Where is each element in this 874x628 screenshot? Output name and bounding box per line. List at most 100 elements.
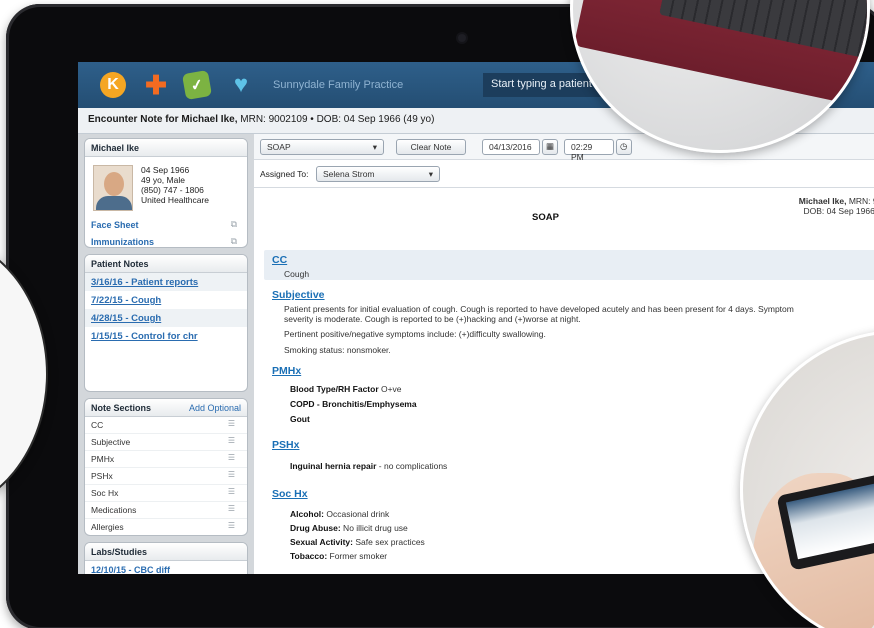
immunizations-label: Immunizations xyxy=(91,237,155,247)
patient-note-item[interactable]: 1/15/15 - Control for chr xyxy=(85,327,247,345)
menu-icon[interactable]: ☰ xyxy=(228,504,235,513)
marketing-scene: K ✚ ✓ ♥ Sunnydale Family Practice Start … xyxy=(0,0,874,628)
external-link-icon: ⧉ xyxy=(230,236,237,246)
doc-patient-mrn: MRN: 9002109 xyxy=(848,196,874,206)
avatar-body xyxy=(96,196,132,210)
labs-panel: Labs/Studies 12/10/15 - CBC diff xyxy=(84,542,248,574)
document-patient-header: Michael Ike, MRN: 9002109 DOB: 04 Sep 19… xyxy=(799,196,874,216)
left-sidebar: Michael Ike 04 Sep 1966 49 yo, Male (850… xyxy=(78,134,254,574)
kareo-logo-icon[interactable]: K xyxy=(100,72,126,98)
sochx-alcohol-label: Alcohol: xyxy=(290,509,324,519)
patient-dob: 04 Sep 1966 xyxy=(141,165,190,175)
sochx-tobacco: Tobacco: Former smoker xyxy=(290,551,387,561)
menu-icon[interactable]: ☰ xyxy=(228,521,235,530)
lab-item[interactable]: 12/10/15 - CBC diff xyxy=(85,561,247,574)
note-sections-title: Note Sections xyxy=(91,403,152,413)
encounter-title-suffix: MRN: 9002109 • DOB: 04 Sep 1966 (49 yo) xyxy=(237,114,435,125)
note-sections-panel: Note Sections Add Optional CC ☰ Subjective… xyxy=(84,398,248,536)
section-item-label: PMHx xyxy=(91,454,115,464)
section-item-pshx[interactable]: PSHx ☰ xyxy=(85,468,247,485)
section-item-label: Soc Hx xyxy=(91,488,119,498)
patient-summary: 04 Sep 1966 49 yo, Male (850) 747 - 1806… xyxy=(85,157,247,217)
subjective-line: Pertinent positive/negative symptoms inc… xyxy=(284,329,546,339)
calendar-icon[interactable]: ▦ xyxy=(542,139,558,155)
encounter-title-prefix: Encounter Note for Michael Ike, xyxy=(88,114,238,125)
menu-icon[interactable]: ☰ xyxy=(228,487,235,496)
section-item-label: PSHx xyxy=(91,471,113,481)
section-heading-sochx[interactable]: Soc Hx xyxy=(272,488,308,500)
sochx-sex-label: Sexual Activity: xyxy=(290,537,353,547)
template-select[interactable]: SOAP ▾ xyxy=(260,139,384,155)
section-item-label: CC xyxy=(91,420,104,430)
clinical-cross-icon[interactable]: ✚ xyxy=(143,70,169,100)
avatar-head xyxy=(104,172,124,196)
section-item-sochx[interactable]: Soc Hx ☰ xyxy=(85,485,247,502)
pmhx-copd: COPD - Bronchitis/Emphysema xyxy=(290,399,417,409)
assignee-select[interactable]: Selena Strom ▾ xyxy=(316,166,440,182)
patient-note-item[interactable]: 3/16/16 - Patient reports xyxy=(85,273,247,291)
pmhx-blood-value: O+ve xyxy=(378,384,402,394)
assign-row: Assigned To: Selena Strom ▾ xyxy=(254,160,874,188)
cc-text: Cough xyxy=(284,269,310,279)
subjective-line: severity is moderate. Cough is reported … xyxy=(284,314,581,324)
section-item-cc[interactable]: CC ☰ xyxy=(85,417,247,434)
patient-card: Michael Ike 04 Sep 1966 49 yo, Male (850… xyxy=(84,138,248,248)
labs-header: Labs/Studies xyxy=(85,543,247,561)
section-heading-pmhx[interactable]: PMHx xyxy=(272,365,301,377)
section-heading-cc[interactable]: CC xyxy=(272,254,287,266)
sochx-sex-value: Safe sex practices xyxy=(353,537,425,547)
billing-check-icon[interactable]: ✓ xyxy=(181,69,213,101)
subjective-line: Smoking status: nonsmoker. xyxy=(284,345,391,355)
doc-patient-dob: DOB: 04 Sep 1966 (49 yo ) xyxy=(803,206,874,216)
pshx-item-label: Inguinal hernia repair xyxy=(290,461,377,471)
clock-icon[interactable]: ◷ xyxy=(616,139,632,155)
template-value: SOAP xyxy=(267,142,291,152)
sochx-tobacco-value: Former smoker xyxy=(327,551,388,561)
chevron-down-icon: ▾ xyxy=(372,142,377,152)
heart-icon[interactable]: ♥ xyxy=(228,71,254,98)
chevron-down-icon: ▾ xyxy=(428,169,433,179)
patient-note-item[interactable]: 7/22/15 - Cough xyxy=(85,291,247,309)
menu-icon[interactable]: ☰ xyxy=(228,470,235,479)
immunizations-link[interactable]: Immunizations ⧉ xyxy=(85,234,247,247)
avatar xyxy=(93,165,133,211)
pmhx-gout-label: Gout xyxy=(290,414,310,424)
pmhx-blood-type: Blood Type/RH Factor O+ve xyxy=(290,384,402,394)
menu-icon[interactable]: ☰ xyxy=(228,436,235,445)
sochx-drug-label: Drug Abuse: xyxy=(290,523,341,533)
patient-phone: (850) 747 - 1806 xyxy=(141,185,204,195)
section-item-subjective[interactable]: Subjective ☰ xyxy=(85,434,247,451)
section-heading-subjective[interactable]: Subjective xyxy=(272,289,325,301)
section-item-pmhx[interactable]: PMHx ☰ xyxy=(85,451,247,468)
section-heading-pshx[interactable]: PSHx xyxy=(272,439,299,451)
external-link-icon: ⧉ xyxy=(230,219,237,229)
section-item-label: Allergies xyxy=(91,522,124,532)
sochx-tobacco-label: Tobacco: xyxy=(290,551,328,561)
time-field[interactable]: 02:29 PM xyxy=(564,139,614,162)
face-sheet-label: Face Sheet xyxy=(91,220,139,230)
pshx-item: Inguinal hernia repair - no complication… xyxy=(290,461,447,471)
patient-name: Michael Ike xyxy=(85,139,247,157)
section-item-label: Subjective xyxy=(91,437,131,447)
pmhx-gout: Gout xyxy=(290,414,310,424)
patient-notes-panel: Patient Notes 3/16/16 - Patient reports … xyxy=(84,254,248,392)
assignee-value: Selena Strom xyxy=(323,169,375,179)
section-item-allergies[interactable]: Allergies ☰ xyxy=(85,519,247,535)
menu-icon[interactable]: ☰ xyxy=(228,419,235,428)
pmhx-copd-label: COPD - Bronchitis/Emphysema xyxy=(290,399,417,409)
date-field[interactable]: 04/13/2016 xyxy=(482,139,540,155)
menu-icon[interactable]: ☰ xyxy=(228,453,235,462)
document-title: SOAP xyxy=(532,212,559,223)
assigned-to-label: Assigned To: xyxy=(260,169,309,179)
section-item-label: Medications xyxy=(91,505,137,515)
clear-note-button[interactable]: Clear Note xyxy=(396,139,466,155)
note-sections-header: Note Sections Add Optional xyxy=(85,399,247,417)
patient-info: 04 Sep 1966 49 yo, Male (850) 747 - 1806… xyxy=(141,165,209,205)
patient-note-item[interactable]: 4/28/15 - Cough xyxy=(85,309,247,327)
doc-patient-name: Michael Ike, xyxy=(798,196,847,206)
sochx-sexual: Sexual Activity: Safe sex practices xyxy=(290,537,425,547)
section-item-medications[interactable]: Medications ☰ xyxy=(85,502,247,519)
face-sheet-link[interactable]: Face Sheet ⧉ xyxy=(85,217,247,234)
add-optional-button[interactable]: Add Optional xyxy=(189,403,241,413)
mini-tablet-screen xyxy=(785,480,874,560)
